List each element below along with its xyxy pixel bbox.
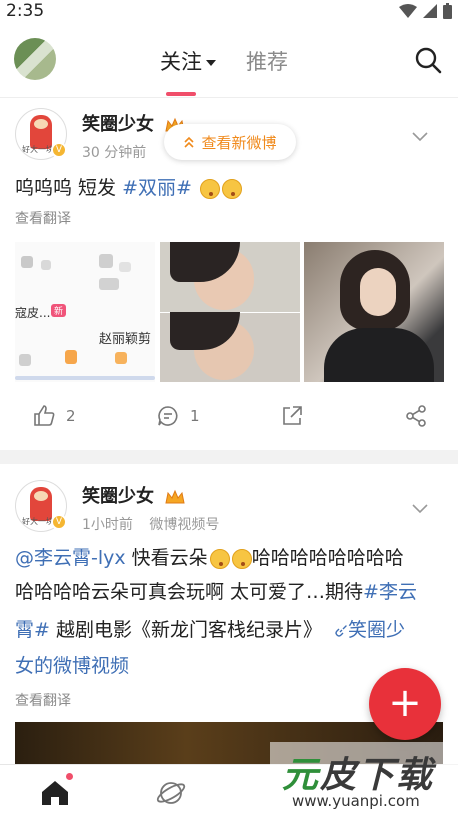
image-label: 赵丽颖剪	[99, 332, 152, 347]
blurred-block	[99, 254, 113, 268]
blurred-block	[41, 260, 51, 270]
chevron-down-icon[interactable]	[412, 132, 428, 142]
watermark-title-a: 元	[282, 755, 321, 796]
new-tag: 新	[51, 304, 67, 317]
post-time: 1小时前	[82, 517, 133, 533]
translate-link[interactable]: 查看翻译	[15, 690, 71, 710]
comment-icon	[158, 406, 178, 426]
blurred-block	[115, 352, 127, 364]
post-image[interactable]	[160, 242, 300, 382]
watermark-title-b: 皮下载	[320, 755, 435, 796]
post-text: 呜呜呜 短发 #双丽#	[15, 172, 242, 204]
link-icon	[335, 624, 347, 637]
post-image[interactable]: 寇皮... 新 赵丽颖剪	[15, 242, 155, 382]
search-icon[interactable]	[414, 46, 442, 74]
avatar-caption: 好大一块	[22, 145, 54, 154]
avatar-caption: 好大一块	[22, 517, 54, 526]
translate-link[interactable]: 查看翻译	[15, 208, 71, 228]
username-text: 笑圈少女	[82, 486, 154, 507]
blurred-block	[119, 262, 131, 272]
post-text-plain: 呜呜呜 短发	[15, 177, 117, 199]
post-image[interactable]	[304, 242, 444, 382]
notification-dot	[66, 773, 73, 780]
username[interactable]: 笑圈少女	[82, 482, 186, 508]
compose-button[interactable]: +	[369, 668, 441, 740]
emoji-icon	[209, 548, 230, 569]
blurred-block	[19, 354, 31, 366]
post-actions: 2 1	[0, 398, 458, 434]
image-label: 寇皮...	[15, 306, 51, 320]
home-icon[interactable]	[40, 779, 70, 807]
topic-link[interactable]: #双丽#	[122, 177, 192, 199]
watermark-title: 元皮下载	[282, 746, 434, 798]
signal-icon	[423, 4, 437, 18]
status-time: 2:35	[6, 1, 45, 21]
view-new-posts-label: 查看新微博	[201, 133, 277, 152]
tab-following-label: 关注	[160, 50, 202, 74]
post-text-plain: 哈哈哈哈云朵可真会玩啊 太可爱了…期待	[15, 581, 364, 603]
like-count: 2	[66, 407, 76, 425]
active-tab-indicator	[166, 92, 196, 96]
post-time: 30 分钟前	[82, 145, 147, 161]
verified-badge: V	[51, 142, 67, 158]
emoji-icon	[221, 178, 242, 199]
photo-body	[324, 328, 434, 382]
photo-face	[360, 268, 396, 316]
like-button[interactable]: 2	[32, 404, 76, 428]
double-chevron-up-icon	[184, 136, 195, 148]
post-text-plain: 哈哈哈哈哈哈哈哈	[251, 547, 404, 569]
feed-card: 好大一块 V 笑圈少女 30 分钟前 查看新微博 呜呜呜 短发 #双丽# 查看翻…	[0, 98, 458, 450]
post-text: @李云霄-lyx 快看云朵 哈哈哈哈哈哈哈哈	[15, 542, 404, 574]
video-link[interactable]: 女的微博视频	[15, 655, 129, 677]
watermark-url: www.yuanpi.com	[292, 792, 420, 810]
view-new-posts-button[interactable]: 查看新微博	[164, 124, 296, 160]
blurred-block	[15, 376, 155, 380]
post-text-plain: 快看云朵	[131, 547, 208, 569]
caret-down-icon	[206, 60, 216, 66]
blurred-block	[65, 350, 77, 364]
planet-icon[interactable]	[155, 777, 187, 809]
post-text: 女的微博视频	[15, 650, 129, 682]
chevron-down-icon[interactable]	[412, 504, 428, 514]
verified-badge: V	[51, 514, 67, 530]
watermark: 元皮下载 www.yuanpi.com	[270, 742, 458, 820]
blurred-block	[21, 256, 33, 268]
emoji-icon	[231, 548, 252, 569]
thumbs-up-icon	[34, 405, 55, 426]
video-link[interactable]: 笑圈少	[348, 619, 405, 641]
username-text: 笑圈少女	[82, 114, 154, 135]
battery-icon	[443, 3, 452, 19]
my-avatar[interactable]	[14, 38, 56, 80]
comment-button[interactable]: 1	[156, 404, 200, 428]
wifi-icon	[399, 4, 417, 18]
emoji-icon	[199, 178, 220, 199]
post-text-plain: 越剧电影《新龙门客栈纪录片》	[49, 619, 322, 641]
forward-icon[interactable]	[404, 404, 428, 428]
mention-link[interactable]: @李云霄-lyx	[15, 547, 126, 569]
avatar-face	[34, 119, 48, 129]
status-icons	[399, 3, 452, 19]
post-meta: 1小时前 微博视频号	[82, 514, 219, 534]
post-text: 哈哈哈哈云朵可真会玩啊 太可爱了…期待#李云	[15, 576, 417, 608]
feed-tabs: 关注 推荐	[160, 46, 288, 96]
post-source[interactable]: 微博视频号	[149, 517, 219, 533]
tab-following[interactable]: 关注	[160, 46, 216, 96]
comment-count: 1	[190, 407, 200, 425]
status-bar: 2:35	[0, 0, 458, 24]
crown-icon	[165, 489, 185, 504]
post-text: 霄# 越剧电影《新龙门客栈纪录片》 笑圈少	[15, 614, 405, 646]
topic-link[interactable]: 霄#	[15, 619, 50, 641]
avatar-face	[34, 491, 48, 501]
topic-link[interactable]: #李云	[363, 581, 417, 603]
share-icon[interactable]	[280, 404, 304, 428]
top-header: 关注 推荐	[0, 24, 458, 98]
tab-recommended[interactable]: 推荐	[246, 46, 288, 76]
blurred-block	[99, 278, 119, 290]
